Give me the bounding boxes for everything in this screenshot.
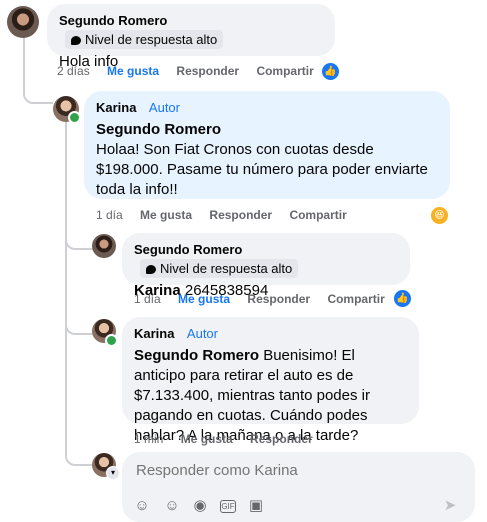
chevron-down-icon[interactable]: ▾ <box>106 466 120 480</box>
thread-curve <box>65 440 93 466</box>
reply-button[interactable]: Responder <box>250 432 313 446</box>
comment-actions: 1 día Me gusta Responder Compartir <box>96 208 361 222</box>
reply-input[interactable] <box>134 461 458 480</box>
response-badge: Nivel de respuesta alto <box>65 30 224 49</box>
avatar[interactable] <box>7 6 39 38</box>
comment-mention[interactable]: Segundo Romero <box>134 347 259 364</box>
thread-curve <box>65 315 93 335</box>
online-status-icon <box>68 111 81 124</box>
send-icon[interactable]: ➤ <box>442 498 458 514</box>
comment-author[interactable]: Karina <box>134 326 174 341</box>
comment-author[interactable]: Karina <box>96 100 136 115</box>
comment-time[interactable]: 1 día <box>96 208 123 222</box>
thread-curve <box>65 230 93 250</box>
comment-author[interactable]: Segundo Romero <box>59 13 167 28</box>
reply-button[interactable]: Responder <box>247 292 310 306</box>
comment-bubble: Segundo Romero Nivel de respuesta alto K… <box>122 233 410 299</box>
like-button[interactable]: Me gusta <box>181 432 233 446</box>
like-button[interactable]: Me gusta <box>107 64 159 78</box>
reply-button[interactable]: Responder <box>209 208 272 222</box>
comment-bubble: Segundo Romero Nivel de respuesta alto H… <box>47 4 335 70</box>
emoji-icon[interactable]: ☺ <box>164 498 180 514</box>
response-badge: Nivel de respuesta alto <box>140 259 299 278</box>
comment-bubble: Karina Autor Segundo Romero Holaa! Son F… <box>84 91 450 199</box>
comment-actions: 2 días Me gusta Responder Compartir <box>57 64 328 78</box>
response-badge-label: Nivel de respuesta alto <box>160 261 293 276</box>
comment-time[interactable]: 1 día <box>134 292 161 306</box>
gif-icon[interactable]: GIF <box>220 500 236 513</box>
chat-bubble-icon <box>146 265 156 274</box>
thread-line <box>65 122 67 452</box>
chat-bubble-icon <box>71 36 81 45</box>
comment-bubble: Karina Autor Segundo Romero Buenisimo! E… <box>122 317 419 444</box>
like-reaction-icon[interactable]: 👍 <box>392 288 413 309</box>
comment-author[interactable]: Segundo Romero <box>134 242 242 257</box>
reply-button[interactable]: Responder <box>176 64 239 78</box>
camera-icon[interactable]: ◉ <box>192 498 208 514</box>
comment-time[interactable]: 1 min <box>134 432 163 446</box>
comment-actions: 1 día Me gusta Responder Compartir <box>134 292 399 306</box>
comment-time[interactable]: 2 días <box>57 64 90 78</box>
haha-reaction-icon[interactable]: 😆 <box>429 205 450 226</box>
comment-actions: 1 min Me gusta Responder <box>134 432 327 446</box>
like-button[interactable]: Me gusta <box>140 208 192 222</box>
author-badge: Autor <box>186 326 218 341</box>
like-reaction-icon[interactable]: 👍 <box>320 61 341 82</box>
online-status-icon <box>105 334 118 347</box>
share-button[interactable]: Compartir <box>289 208 346 222</box>
share-button[interactable]: Compartir <box>256 64 313 78</box>
share-button[interactable]: Compartir <box>327 292 384 306</box>
avatar[interactable] <box>92 234 116 258</box>
comment-text: Holaa! Son Fiat Cronos con cuotas desde … <box>96 141 428 198</box>
avatar-sticker-icon[interactable]: ☺ <box>134 498 150 514</box>
thread-curve <box>23 84 53 104</box>
like-button[interactable]: Me gusta <box>178 292 230 306</box>
reply-composer: ☺ ☺ ◉ GIF ▣ ➤ <box>122 452 475 522</box>
sticker-icon[interactable]: ▣ <box>248 498 264 514</box>
comment-mention[interactable]: Segundo Romero <box>96 120 438 140</box>
response-badge-label: Nivel de respuesta alto <box>85 32 218 47</box>
author-badge: Autor <box>148 100 180 115</box>
